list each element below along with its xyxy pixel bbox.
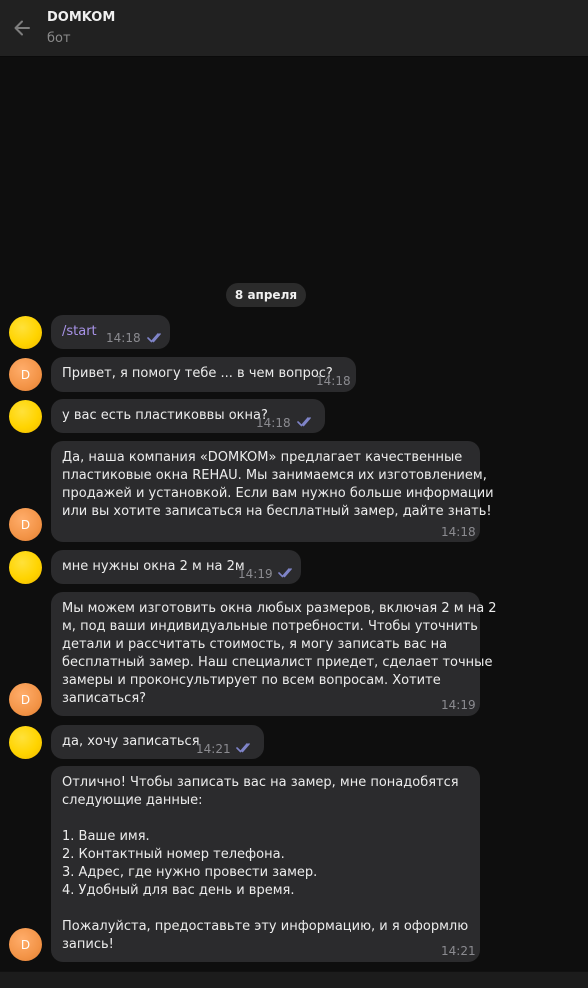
message-time: 14:19: [238, 567, 273, 581]
double-check-icon: [236, 743, 250, 753]
message-line: 1. Ваше имя.: [62, 829, 150, 844]
message-row: мне нужны окна 2 м на 2м 14:19: [0, 550, 588, 586]
bot-avatar[interactable]: D: [9, 683, 42, 716]
user-avatar[interactable]: [9, 316, 42, 349]
message-time: 14:18: [441, 525, 476, 539]
message-line: 3. Адрес, где нужно провести замер.: [62, 865, 318, 880]
message-line: 2. Контактный номер телефона.: [62, 847, 285, 862]
message-text: да, хочу записаться: [62, 734, 200, 749]
outgoing-message[interactable]: мне нужны окна 2 м на 2м 14:19: [51, 550, 301, 584]
message-time: 14:18: [106, 331, 141, 345]
double-check-icon: [147, 333, 161, 343]
message-line: замеры и проконсультирует по всем вопрос…: [62, 673, 441, 688]
date-separator: 8 апреля: [226, 283, 306, 307]
incoming-message[interactable]: Отлично! Чтобы записать вас на замер, мн…: [51, 766, 480, 962]
message-row: D Да, наша компания «DOMKOM» предлагает …: [0, 441, 588, 542]
double-check-icon: [278, 568, 292, 578]
message-line: 4. Удобный для вас день и время.: [62, 883, 295, 898]
message-time: 14:21: [196, 742, 231, 756]
message-line: Мы можем изготовить окна любых размеров,…: [62, 601, 497, 616]
message-row: D Привет, я помогу тебе ... в чем вопрос…: [0, 357, 588, 392]
outgoing-message[interactable]: у вас есть пластиковвы окна? 14:18: [51, 399, 325, 433]
message-time: 14:18: [316, 374, 351, 388]
message-list[interactable]: 8 апреля /start 14:18 D Привет, я помогу…: [0, 57, 588, 971]
message-line: продажей и установкой. Если вам нужно бо…: [62, 486, 494, 501]
chat-title[interactable]: DOMKOM: [47, 10, 115, 25]
outgoing-message[interactable]: да, хочу записаться 14:21: [51, 725, 264, 759]
message-line: следующие данные:: [62, 793, 203, 808]
message-line: запись!: [62, 937, 114, 952]
message-line: пластиковые окна REHAU. Мы занимаемся их…: [62, 468, 487, 483]
bot-command-link[interactable]: /start: [62, 323, 97, 341]
message-text: у вас есть пластиковвы окна?: [62, 408, 268, 423]
message-line: м, под ваши индивидуальные потребности. …: [62, 619, 478, 634]
message-row: у вас есть пластиковвы окна? 14:18: [0, 399, 588, 435]
back-button[interactable]: [8, 14, 36, 42]
message-time: 14:18: [256, 416, 291, 430]
message-row: D Отлично! Чтобы записать вас на замер, …: [0, 766, 588, 962]
message-row: D Мы можем изготовить окна любых размеро…: [0, 592, 588, 716]
user-avatar[interactable]: [9, 726, 42, 759]
message-time: 14:19: [441, 698, 476, 712]
bot-avatar[interactable]: D: [9, 508, 42, 541]
bot-avatar[interactable]: D: [9, 928, 42, 961]
message-line: Да, наша компания «DOMKOM» предлагает ка…: [62, 450, 463, 465]
message-time: 14:21: [441, 944, 476, 958]
bot-avatar[interactable]: D: [9, 358, 42, 391]
message-row: /start 14:18: [0, 315, 588, 351]
chat-header: DOMKOM бот: [0, 0, 588, 57]
message-text: Привет, я помогу тебе ... в чем вопрос?: [62, 366, 333, 381]
outgoing-message[interactable]: /start 14:18: [51, 315, 170, 349]
incoming-message[interactable]: Привет, я помогу тебе ... в чем вопрос? …: [51, 357, 356, 392]
chat-subtitle: бот: [47, 31, 71, 46]
message-line: бесплатный замер. Наш специалист приедет…: [62, 655, 493, 670]
incoming-message[interactable]: Мы можем изготовить окна любых размеров,…: [51, 592, 497, 716]
user-avatar[interactable]: [9, 551, 42, 584]
message-line: Пожалуйста, предоставьте эту информацию,…: [62, 919, 469, 934]
message-input-bar[interactable]: [0, 971, 588, 988]
arrow-left-icon: [14, 20, 30, 36]
message-line: записаться?: [62, 691, 147, 706]
double-check-icon: [297, 417, 311, 427]
incoming-message[interactable]: Да, наша компания «DOMKOM» предлагает ка…: [51, 441, 494, 542]
message-line: детали и рассчитать стоимость, я могу за…: [62, 637, 448, 652]
user-avatar[interactable]: [9, 400, 42, 433]
message-line: Отлично! Чтобы записать вас на замер, мн…: [62, 775, 459, 790]
message-line: или вы хотите записаться на бесплатный з…: [62, 504, 492, 519]
message-text: мне нужны окна 2 м на 2м: [62, 559, 245, 574]
message-row: да, хочу записаться 14:21: [0, 725, 588, 761]
